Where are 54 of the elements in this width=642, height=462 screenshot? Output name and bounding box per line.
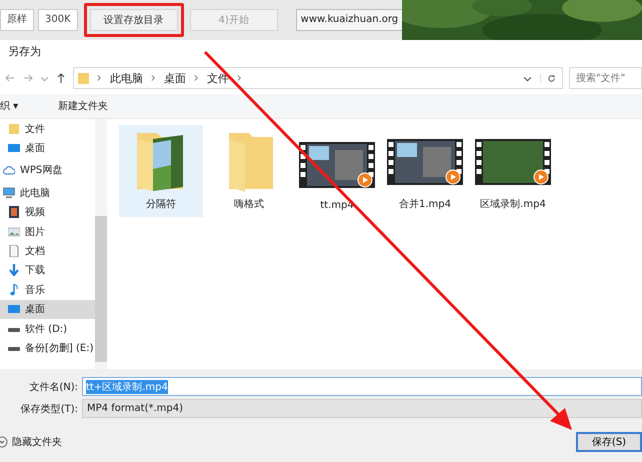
video-file-icon (475, 139, 551, 187)
document-icon (8, 245, 20, 258)
chevron-right-icon[interactable] (97, 74, 102, 82)
search-field[interactable]: 搜索"文件" (569, 67, 642, 89)
breadcrumb[interactable]: 文件 (207, 70, 229, 86)
hide-folders-toggle[interactable]: 隐藏文件夹 (0, 434, 62, 448)
website-link[interactable]: www.kuaizhuan.org (296, 9, 402, 31)
download-icon (8, 264, 20, 276)
file-type-label: 保存类型(T): (20, 402, 78, 416)
file-item[interactable]: 合并1.mp4 (383, 125, 467, 217)
app-button[interactable]: 设置存放目录 (90, 9, 178, 31)
computer-icon (3, 186, 15, 199)
folder-icon (78, 72, 89, 84)
chevron-right-icon[interactable] (237, 74, 242, 82)
breadcrumb[interactable]: 此电脑 (110, 70, 143, 86)
sidebar-item[interactable]: 此电脑 (0, 183, 95, 203)
sidebar-item[interactable]: 桌面 (0, 138, 95, 158)
quality-dropdown[interactable]: 原样 (0, 9, 34, 31)
sidebar-item[interactable]: 下载 (0, 260, 95, 280)
organize-menu[interactable]: 织 ▾ (0, 99, 18, 113)
sidebar-item[interactable]: 软件 (D:) (0, 318, 95, 338)
sidebar-item[interactable]: 文件 (0, 119, 95, 138)
sidebar-item[interactable]: 文档 (0, 241, 95, 261)
new-folder-button[interactable]: 新建文件夹 (58, 99, 108, 113)
save-button[interactable]: 保存(S) (576, 432, 642, 452)
music-note-icon (8, 284, 20, 296)
folder-icon (8, 122, 20, 135)
file-item[interactable]: 嗨格式 (207, 125, 291, 217)
window-title: 另存为 (8, 44, 41, 58)
video-icon (8, 206, 20, 218)
image-icon (8, 226, 20, 238)
file-item[interactable]: 区域录制.mp4 (471, 125, 555, 217)
up-icon[interactable] (55, 72, 67, 84)
sidebar-item[interactable]: 音乐 (0, 280, 95, 300)
file-type-dropdown[interactable]: MP4 format(*.mp4) (82, 399, 642, 418)
desktop-icon (8, 303, 20, 316)
breadcrumb[interactable]: 桌面 (164, 70, 186, 86)
bitrate-dropdown[interactable]: 300K (38, 9, 78, 31)
chevron-right-icon[interactable] (194, 74, 199, 82)
file-item[interactable]: 分隔符 (119, 125, 203, 217)
cloud-icon (3, 164, 15, 176)
chevron-right-icon[interactable] (151, 74, 156, 82)
address-field[interactable]: 此电脑 桌面 文件 (73, 67, 563, 89)
file-name-label: 文件名(N): (28, 380, 78, 394)
sidebar-item[interactable]: 图片 (0, 222, 95, 242)
video-file-icon (387, 139, 463, 187)
sidebar-item[interactable]: 视频 (0, 202, 95, 222)
refresh-icon[interactable] (540, 74, 556, 82)
scrollbar-thumb[interactable] (95, 216, 107, 362)
video-file-icon (299, 142, 375, 190)
sidebar-item[interactable]: 桌面 (0, 300, 95, 319)
sidebar-item[interactable]: 备份[勿删] (E:) (0, 338, 95, 358)
desktop-icon (8, 142, 20, 154)
sidebar-item[interactable]: WPS网盘 (0, 160, 95, 180)
